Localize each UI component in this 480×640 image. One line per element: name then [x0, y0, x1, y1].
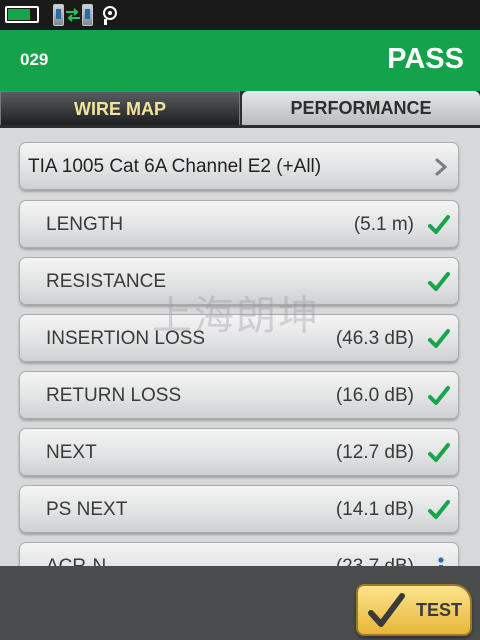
test-button-label: TEST — [416, 600, 463, 620]
tab-bar: WIRE MAP PERFORMANCE — [0, 91, 480, 128]
pass-check-icon — [428, 215, 450, 234]
pass-check-icon — [428, 443, 450, 462]
remote-unit-icon — [82, 4, 93, 26]
probe-icon — [103, 6, 117, 20]
info-icon — [438, 557, 444, 566]
pass-check-icon — [428, 272, 450, 291]
result-row-return-loss[interactable]: RETURN LOSS (16.0 dB) — [19, 371, 459, 419]
test-button[interactable]: TEST — [356, 584, 472, 636]
results-list[interactable]: TIA 1005 Cat 6A Channel E2 (+All) LENGTH… — [0, 128, 480, 566]
result-header: 029 PASS — [0, 30, 480, 91]
result-value: (5.1 m) — [353, 214, 414, 235]
pass-check-icon — [428, 386, 450, 405]
result-value: (12.7 dB) — [335, 442, 414, 463]
pass-check-icon — [428, 500, 450, 519]
result-value: (14.1 dB) — [335, 499, 414, 520]
probe-icon-tail — [104, 19, 107, 25]
result-label: RETURN LOSS — [46, 385, 182, 406]
link-arrows-icon — [66, 8, 80, 22]
result-row-length[interactable]: LENGTH (5.1 m) — [19, 200, 459, 248]
tab-performance[interactable]: PERFORMANCE — [242, 91, 480, 125]
result-label: RESISTANCE — [46, 271, 167, 292]
watermark-text: 上海朗坤 — [152, 293, 320, 339]
result-value: (46.3 dB) — [335, 328, 414, 349]
result-label: ACR-N — [46, 543, 106, 566]
check-icon — [368, 593, 405, 627]
result-row-acr-n[interactable]: ACR-N (23.7 dB) — [19, 542, 459, 566]
pass-check-icon — [428, 329, 450, 348]
result-value: (23.7 dB) — [336, 543, 414, 566]
connected-testers-icon — [53, 4, 95, 27]
result-status: PASS — [387, 43, 464, 75]
result-row-ps-next[interactable]: PS NEXT (14.1 dB) — [19, 485, 459, 533]
status-bar — [0, 0, 480, 30]
battery-nub — [5, 6, 39, 23]
test-limit-label: TIA 1005 Cat 6A Channel E2 (+All) — [28, 156, 322, 177]
result-label: PS NEXT — [46, 499, 128, 520]
test-limit-row[interactable]: TIA 1005 Cat 6A Channel E2 (+All) — [19, 142, 459, 190]
test-id: 029 — [20, 50, 49, 69]
chevron-right-icon — [435, 158, 448, 176]
result-value: (16.0 dB) — [335, 385, 414, 406]
result-label: NEXT — [46, 442, 97, 463]
result-label: LENGTH — [46, 214, 124, 235]
result-row-next[interactable]: NEXT (12.7 dB) — [19, 428, 459, 476]
tab-wire-map[interactable]: WIRE MAP — [0, 91, 240, 125]
main-unit-icon — [53, 4, 64, 26]
